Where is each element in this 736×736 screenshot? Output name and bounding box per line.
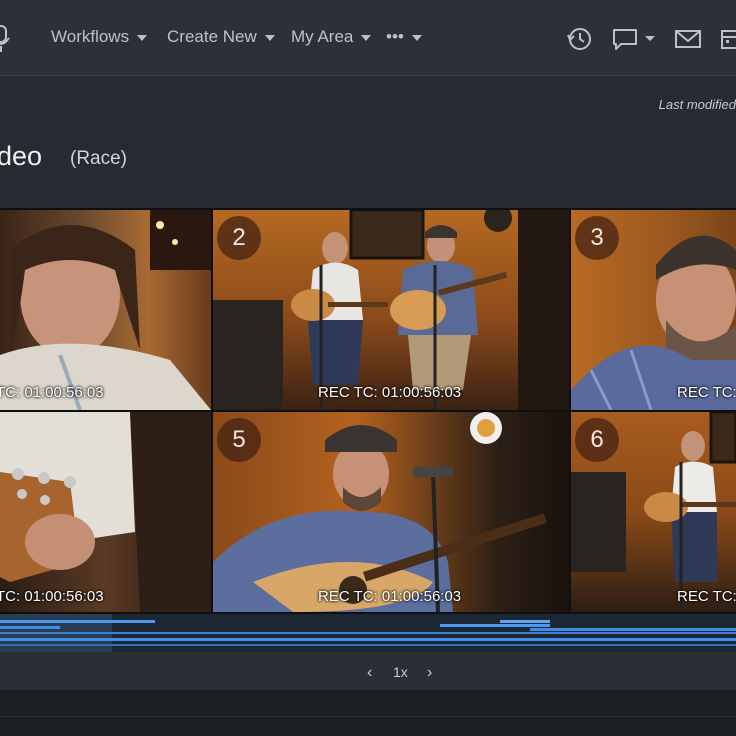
camera-number-badge: 2 (217, 216, 261, 260)
camera-angle-5[interactable]: 5 REC TC: 01:00:56:03 (213, 412, 569, 612)
timecode-label: TC: 01:00:56:03 (0, 588, 104, 605)
timecode-label: REC TC: (677, 384, 736, 401)
microphone-icon[interactable] (0, 24, 12, 54)
camera-angle-4[interactable]: TC: 01:00:56:03 (0, 412, 211, 612)
multicam-video-grid[interactable]: TC: 01:00:56:03 2 REC TC: 01:00:56:03 3 … (0, 208, 736, 614)
timecode-label: REC TC: (677, 588, 736, 605)
nav-create-new[interactable]: Create New (167, 27, 275, 47)
page-subtitle: (Race) (70, 148, 128, 169)
camera-number-badge: 6 (575, 418, 619, 462)
chevron-down-icon (137, 35, 148, 41)
camera-angle-3[interactable]: 3 REC TC: (571, 210, 736, 410)
camera-angle-2[interactable]: 2 REC TC: 01:00:56:03 (213, 210, 569, 410)
page-header (0, 76, 736, 208)
divider (0, 716, 736, 717)
nav-more[interactable]: ••• (386, 27, 422, 47)
camera-4-frame (0, 412, 211, 612)
nav-workflows[interactable]: Workflows (51, 27, 148, 47)
chevron-right-icon[interactable]: › (427, 664, 432, 682)
nav-more-label: ••• (386, 27, 404, 46)
footer-bar (0, 690, 736, 736)
timecode-label: REC TC: 01:00:56:03 (318, 384, 462, 401)
nav-create-new-label: Create New (167, 27, 257, 46)
nav-workflows-label: Workflows (51, 27, 130, 46)
camera-angle-6[interactable]: 6 REC TC: (571, 412, 736, 612)
camera-number-badge: 5 (217, 418, 261, 462)
timecode-label: TC: 01:00:56:03 (0, 384, 104, 401)
playback-speed[interactable]: 1x (393, 664, 408, 680)
history-icon[interactable] (566, 26, 592, 52)
chat-icon[interactable] (612, 26, 656, 52)
nav-my-area[interactable]: My Area (291, 27, 372, 47)
chevron-down-icon (264, 35, 275, 41)
top-navigation-bar: Workflows Create New My Area ••• (0, 0, 736, 76)
chevron-left-icon[interactable]: ‹ (367, 664, 372, 682)
nav-my-area-label: My Area (291, 27, 354, 46)
last-modified-label: Last modified (658, 97, 736, 112)
camera-angle-1[interactable]: TC: 01:00:56:03 (0, 210, 211, 410)
calendar-icon[interactable] (720, 26, 736, 52)
timeline-tracks (0, 614, 736, 652)
camera-2-frame (213, 210, 569, 410)
chevron-down-icon (361, 35, 372, 41)
mail-icon[interactable] (674, 26, 702, 52)
camera-5-frame (213, 412, 547, 612)
timecode-label: REC TC: 01:00:56:03 (318, 588, 462, 605)
edit-timeline[interactable] (0, 614, 736, 652)
chevron-down-icon (411, 35, 422, 41)
camera-number-badge: 3 (575, 216, 619, 260)
page-title: deo (0, 141, 43, 171)
camera-1-frame (0, 210, 211, 410)
